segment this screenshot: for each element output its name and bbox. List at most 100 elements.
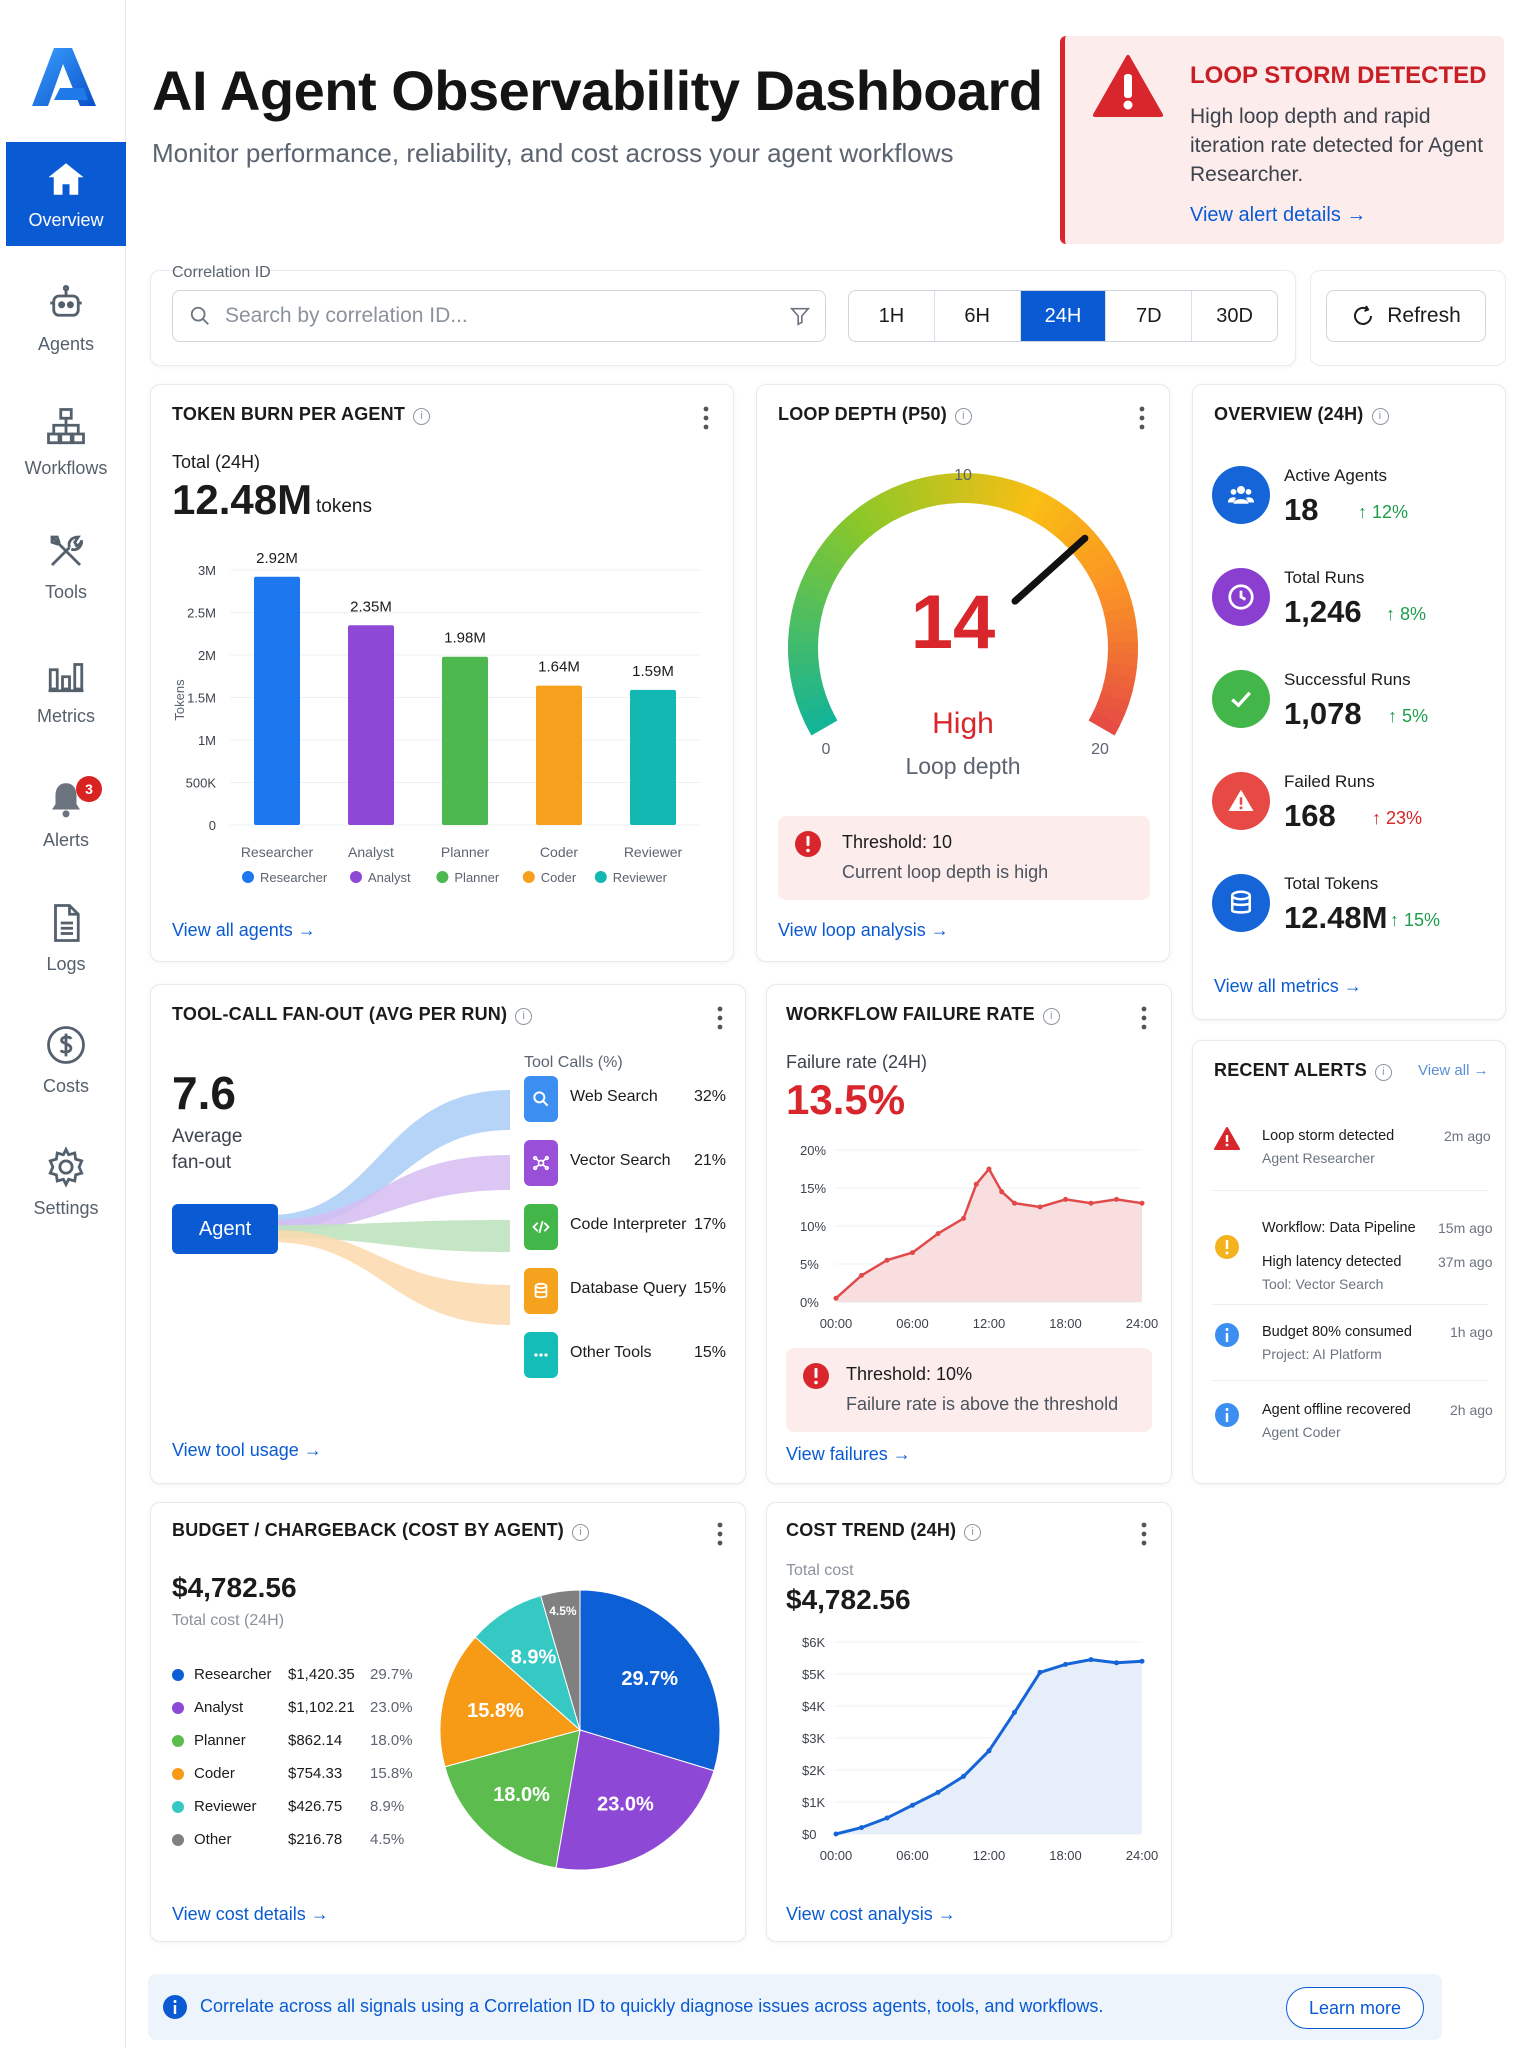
cost-trend-total-label: Total cost xyxy=(786,1562,854,1579)
more-options-icon[interactable] xyxy=(1134,1004,1154,1032)
gauge-status: High xyxy=(932,707,994,740)
refresh-icon xyxy=(1354,305,1373,325)
legend-name: Planner xyxy=(194,1732,246,1749)
failure-rate-label: Failure rate (24H) xyxy=(786,1052,928,1072)
alerts-count-badge: 3 xyxy=(76,776,102,802)
alert-item-title[interactable]: Agent offline recovered xyxy=(1262,1402,1411,1418)
tool-percentage: 17% xyxy=(694,1216,727,1233)
failure-rate-point xyxy=(1012,1200,1017,1206)
alert-item-title[interactable]: Budget 80% consumed xyxy=(1262,1324,1412,1340)
bar xyxy=(348,625,394,825)
alert-item-title[interactable]: Workflow: Data Pipeline xyxy=(1262,1220,1416,1236)
y-tick-label: $6K xyxy=(802,1635,825,1650)
pie-slice-label: 29.7% xyxy=(621,1668,678,1690)
warning-icon xyxy=(1093,55,1163,117)
failure-rate-point xyxy=(1063,1196,1068,1202)
refresh-label: Refresh xyxy=(1387,304,1461,327)
time-range-7d[interactable]: 7D xyxy=(1106,291,1193,341)
sidebar-item-metrics[interactable]: Metrics xyxy=(6,638,126,742)
x-tick-label: 06:00 xyxy=(896,1848,929,1863)
time-range-6h[interactable]: 6H xyxy=(935,291,1021,341)
sidebar-item-agents[interactable]: Agents xyxy=(6,266,126,370)
x-tick-label: 12:00 xyxy=(973,1316,1006,1331)
cost-trend-point xyxy=(1139,1658,1145,1664)
more-options-icon[interactable] xyxy=(1134,1520,1154,1548)
view-failures-link[interactable]: View failures → xyxy=(786,1444,911,1465)
sidebar-item-logs[interactable]: Logs xyxy=(6,886,126,990)
gauge-caption: Loop depth xyxy=(905,753,1020,779)
more-options-icon[interactable] xyxy=(710,1520,730,1548)
correlation-search-input[interactable]: Search by correlation ID... xyxy=(172,290,826,342)
vector-icon xyxy=(524,1140,558,1186)
y-tick-label: 0 xyxy=(209,818,216,833)
tool-calls-header: Tool Calls (%) xyxy=(524,1054,623,1071)
x-tick-label: 24:00 xyxy=(1126,1848,1159,1863)
filter-icon[interactable] xyxy=(789,305,811,327)
legend-swatch xyxy=(436,871,449,883)
divider xyxy=(1212,1380,1488,1381)
x-tick-label: 06:00 xyxy=(896,1316,929,1331)
legend-percent: 18.0% xyxy=(370,1732,413,1749)
x-tick-label: 00:00 xyxy=(820,1316,853,1331)
gauge-mid-label: 10 xyxy=(954,467,972,484)
more-options-icon[interactable] xyxy=(696,404,716,432)
view-all-alerts-link[interactable]: View all → xyxy=(1418,1062,1489,1079)
loop-depth-title: LOOP DEPTH (P50) i xyxy=(778,404,972,425)
search-icon xyxy=(190,306,209,325)
overview-metric-label: Failed Runs xyxy=(1284,772,1375,791)
error-icon xyxy=(803,1363,829,1389)
view-tool-usage-link[interactable]: View tool usage → xyxy=(172,1440,322,1461)
more-options-icon[interactable] xyxy=(710,1004,730,1032)
bar-value-label: 1.64M xyxy=(538,659,580,676)
more-options-icon[interactable] xyxy=(1132,404,1152,432)
sidebar-item-workflows[interactable]: Workflows xyxy=(6,390,126,494)
legend-percent: 4.5% xyxy=(370,1831,405,1848)
legend-name: Other xyxy=(194,1831,232,1848)
learn-more-button[interactable]: Learn more xyxy=(1286,1987,1424,2029)
sidebar-item-label: Logs xyxy=(46,953,86,974)
sidebar-item-label: Settings xyxy=(33,1197,99,1218)
y-tick-label: 10% xyxy=(800,1219,826,1234)
bar xyxy=(536,685,582,825)
legend-amount: $862.14 xyxy=(288,1732,343,1749)
sidebar-item-overview[interactable]: Overview xyxy=(6,142,126,246)
tool-percentage: 15% xyxy=(694,1280,727,1297)
budget-total-label: Total cost (24H) xyxy=(172,1612,285,1629)
footer-message: Correlate across all signals using a Cor… xyxy=(200,1996,1104,2016)
view-all-metrics-link[interactable]: View all metrics → xyxy=(1214,976,1362,997)
view-alert-details-link[interactable]: View alert details → xyxy=(1190,204,1366,227)
alert-item-title[interactable]: Loop storm detected xyxy=(1262,1128,1394,1144)
view-loop-analysis-link[interactable]: View loop analysis → xyxy=(778,920,949,941)
legend-swatch xyxy=(594,871,607,883)
time-range-1h[interactable]: 1H xyxy=(849,291,935,341)
failure-rate-point xyxy=(1139,1200,1145,1206)
alert-item-time: 37m ago xyxy=(1438,1254,1493,1270)
failure-rate-area xyxy=(836,1169,1142,1302)
pie-slice-label: 23.0% xyxy=(597,1794,654,1816)
legend-amount: $426.75 xyxy=(288,1798,343,1815)
time-range-24h[interactable]: 24H xyxy=(1020,291,1107,341)
view-all-agents-link[interactable]: View all agents → xyxy=(172,920,316,941)
y-tick-label: 15% xyxy=(800,1181,826,1196)
view-cost-details-link[interactable]: View cost details → xyxy=(172,1904,329,1925)
sidebar-item-costs[interactable]: Costs xyxy=(6,1008,126,1112)
gauge-value: 14 xyxy=(911,580,996,665)
sidebar-item-settings[interactable]: Settings xyxy=(6,1130,126,1234)
sidebar-item-label: Alerts xyxy=(42,829,89,850)
sidebar-item-label: Tools xyxy=(44,581,88,602)
info-icon: i xyxy=(964,1524,982,1541)
bar xyxy=(254,576,300,825)
token-total-unit: tokens xyxy=(316,496,372,517)
x-tick-label: 12:00 xyxy=(973,1848,1006,1863)
check-icon xyxy=(1212,670,1270,728)
view-cost-analysis-link[interactable]: View cost analysis → xyxy=(786,1904,956,1925)
overview-metric-label: Active Agents xyxy=(1284,466,1388,485)
app-logo xyxy=(32,48,96,106)
sidebar-item-alerts[interactable]: 3 Alerts xyxy=(6,762,126,866)
cost-trend-point xyxy=(833,1831,839,1837)
refresh-button[interactable]: Refresh xyxy=(1326,290,1486,342)
page-title: AI Agent Observability Dashboard xyxy=(152,59,1043,122)
sidebar-item-tools[interactable]: Tools xyxy=(6,514,126,618)
alert-item-title[interactable]: High latency detected xyxy=(1262,1254,1401,1270)
time-range-30d[interactable]: 30D xyxy=(1192,291,1277,341)
